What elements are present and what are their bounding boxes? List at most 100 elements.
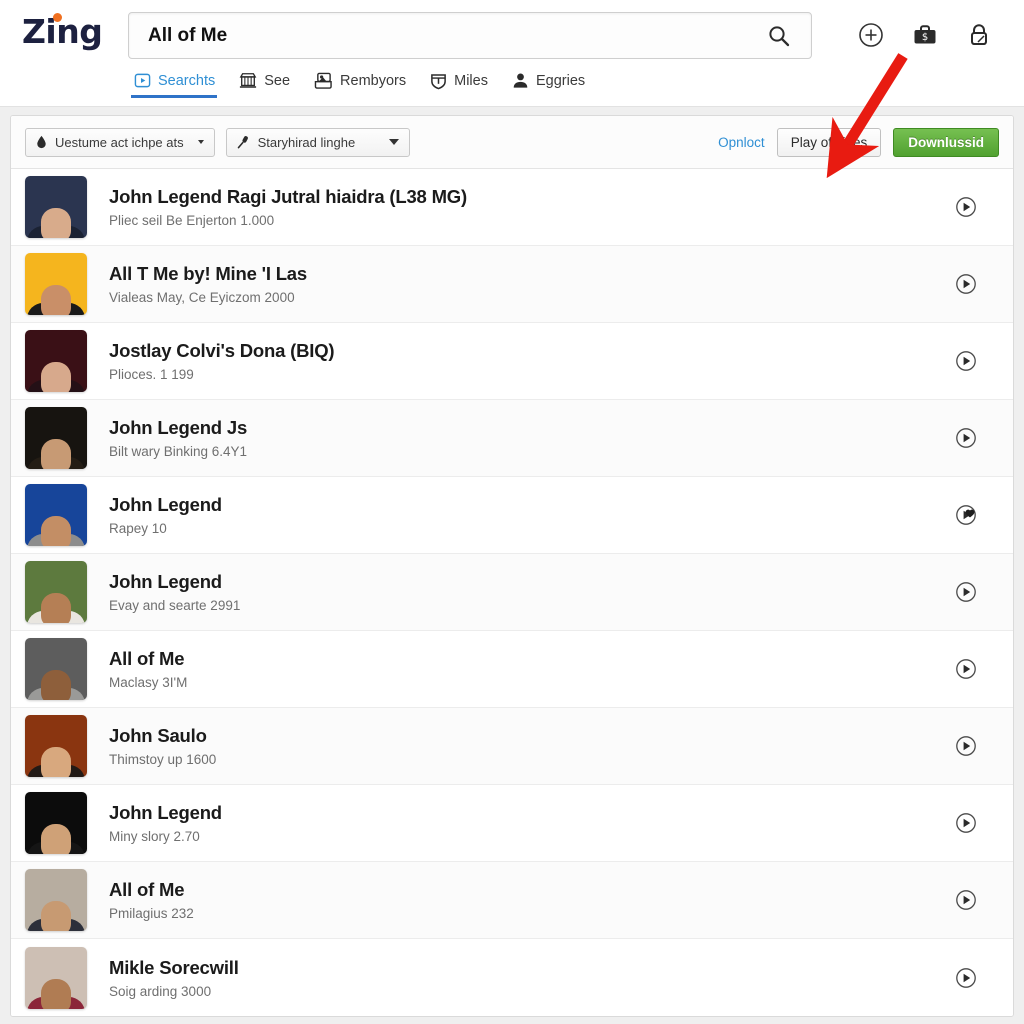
result-title: John Legend bbox=[109, 494, 222, 515]
result-subtitle: Pmilagius 232 bbox=[109, 906, 194, 921]
briefcase-icon[interactable]: $ bbox=[912, 22, 938, 48]
result-title: John Legend bbox=[109, 802, 222, 823]
table-row[interactable]: John Legend Js Bilt wary Binking 6.4Y1 bbox=[11, 400, 1013, 477]
result-title: All T Me by! Mine 'I Las bbox=[109, 263, 307, 284]
avatar bbox=[25, 561, 87, 623]
avatar bbox=[25, 253, 87, 315]
tab-see-label: See bbox=[264, 72, 291, 89]
nav-tabs: Searchts See Rembyors Miles Eggries bbox=[126, 72, 601, 99]
result-subtitle: Bilt wary Binking 6.4Y1 bbox=[109, 444, 248, 459]
result-meta: John Legend Rapey 10 bbox=[109, 494, 222, 536]
tab-eggries-label: Eggries bbox=[535, 72, 586, 89]
play-circle-icon[interactable] bbox=[955, 581, 977, 603]
table-row[interactable]: All T Me by! Mine 'I Las Vialeas May, Ce … bbox=[11, 246, 1013, 323]
table-row[interactable]: Mikle Sorecwill Soig arding 3000 bbox=[11, 939, 1013, 1016]
result-meta: John Legend Js Bilt wary Binking 6.4Y1 bbox=[109, 417, 247, 459]
play-circle-icon[interactable] bbox=[955, 350, 977, 372]
brand-logo-text: Zing bbox=[22, 12, 103, 51]
result-meta: Jostlay Colvi's Dona (BIQ) Plioces. 1 199 bbox=[109, 340, 335, 382]
toolbar-actions: Opnloct Play of Ilines Downlussid bbox=[718, 127, 999, 157]
table-row[interactable]: All of Me Maclasy 3I'M bbox=[11, 631, 1013, 708]
tab-see[interactable]: See bbox=[231, 72, 306, 98]
search-box[interactable] bbox=[128, 12, 812, 59]
result-title: John Legend bbox=[109, 571, 222, 592]
result-subtitle: Thimstoy up 1600 bbox=[109, 752, 217, 767]
avatar bbox=[25, 869, 87, 931]
result-title: John Saulo bbox=[109, 725, 207, 746]
table-row[interactable]: All of Me Pmilagius 232 bbox=[11, 862, 1013, 939]
play-circle-icon[interactable] bbox=[955, 812, 977, 834]
play-circle-icon[interactable] bbox=[955, 196, 977, 218]
result-meta: John Legend Evay and searte 2991 bbox=[109, 571, 240, 613]
tab-searchts-label: Searchts bbox=[158, 72, 216, 89]
results-toolbar: Uestume act ichpe ats Staryhirad linghe … bbox=[11, 116, 1013, 169]
result-meta: Mikle Sorecwill Soig arding 3000 bbox=[109, 957, 239, 999]
result-subtitle: Miny slory 2.70 bbox=[109, 829, 200, 844]
result-meta: John Legend Ragi Jutral hiaidra (L38 MG)… bbox=[109, 186, 467, 228]
play-heart-icon[interactable] bbox=[955, 504, 977, 526]
tab-miles[interactable]: Miles bbox=[422, 72, 504, 99]
chevron-down-icon bbox=[389, 139, 400, 145]
app-root: Zing $ bbox=[0, 0, 1024, 1024]
result-subtitle: Maclasy 3I'M bbox=[109, 675, 188, 690]
shield-icon bbox=[431, 74, 446, 90]
avatar bbox=[25, 407, 87, 469]
tab-eggries[interactable]: Eggries bbox=[504, 72, 601, 98]
tab-searchts[interactable]: Searchts bbox=[126, 72, 231, 98]
result-subtitle: Evay and searte 2991 bbox=[109, 598, 241, 613]
mic-icon bbox=[237, 136, 248, 149]
result-title: All of Me bbox=[109, 648, 185, 669]
photo-box-icon bbox=[314, 72, 332, 89]
play-circle-icon[interactable] bbox=[955, 427, 977, 449]
avatar bbox=[25, 330, 87, 392]
avatar bbox=[25, 176, 87, 238]
table-row[interactable]: John Legend Ragi Jutral hiaidra (L38 MG)… bbox=[11, 169, 1013, 246]
filter-dropdown-two[interactable]: Staryhirad linghe bbox=[225, 127, 411, 157]
result-meta: All T Me by! Mine 'I Las Vialeas May, Ce … bbox=[109, 263, 307, 305]
play-of-ilines-button[interactable]: Play of Ilines bbox=[776, 127, 882, 157]
store-icon bbox=[239, 73, 257, 88]
play-circle-icon[interactable] bbox=[955, 735, 977, 757]
filter-dropdown-one-label: Uestume act ichpe ats bbox=[55, 134, 184, 150]
person-icon bbox=[513, 73, 528, 88]
download-button[interactable]: Downlussid bbox=[893, 127, 999, 157]
avatar bbox=[25, 715, 87, 777]
result-title: John Legend Ragi Jutral hiaidra (L38 MG) bbox=[109, 186, 467, 207]
result-title: John Legend Js bbox=[109, 417, 248, 438]
result-meta: All of Me Maclasy 3I'M bbox=[109, 648, 187, 690]
result-title: Mikle Sorecwill bbox=[109, 956, 239, 978]
droplet-icon bbox=[37, 135, 46, 149]
search-input[interactable] bbox=[148, 13, 748, 58]
tab-rembyors-label: Rembyors bbox=[340, 72, 407, 89]
table-row[interactable]: John Legend Rapey 10 bbox=[11, 477, 1013, 554]
table-row[interactable]: John Legend Evay and searte 2991 bbox=[11, 554, 1013, 631]
avatar bbox=[25, 484, 87, 546]
result-title: Jostlay Colvi's Dona (BIQ) bbox=[109, 340, 335, 361]
tab-miles-label: Miles bbox=[454, 73, 488, 89]
app-header: Zing $ bbox=[0, 0, 1024, 107]
search-icon[interactable] bbox=[767, 24, 791, 48]
result-meta: All of Me Pmilagius 232 bbox=[109, 879, 194, 921]
tab-active-underline bbox=[131, 95, 218, 98]
table-row[interactable]: John Legend Miny slory 2.70 bbox=[11, 785, 1013, 862]
chevron-down-icon bbox=[197, 140, 204, 144]
brand-logo[interactable]: Zing bbox=[22, 12, 103, 51]
option-link[interactable]: Opnloct bbox=[718, 135, 765, 150]
play-circle-icon[interactable] bbox=[955, 889, 977, 911]
table-row[interactable]: John Saulo Thimstoy up 1600 bbox=[11, 708, 1013, 785]
svg-text:$: $ bbox=[922, 32, 928, 43]
tab-rembyors[interactable]: Rembyors bbox=[306, 72, 422, 98]
brand-logo-dot-icon bbox=[53, 13, 62, 22]
header-icon-group: $ bbox=[858, 22, 992, 48]
plus-circle-icon[interactable] bbox=[858, 22, 884, 48]
play-circle-icon[interactable] bbox=[955, 658, 977, 680]
play-circle-icon[interactable] bbox=[955, 273, 977, 295]
play-circle-icon[interactable] bbox=[955, 967, 977, 989]
avatar bbox=[25, 638, 87, 700]
table-row[interactable]: Jostlay Colvi's Dona (BIQ) Plioces. 1 199 bbox=[11, 323, 1013, 400]
result-meta: John Legend Miny slory 2.70 bbox=[109, 802, 222, 844]
lock-icon[interactable] bbox=[966, 22, 992, 48]
filter-dropdown-one[interactable]: Uestume act ichpe ats bbox=[25, 127, 215, 157]
result-subtitle: Rapey 10 bbox=[109, 521, 167, 536]
result-subtitle: Soig arding 3000 bbox=[109, 983, 212, 999]
